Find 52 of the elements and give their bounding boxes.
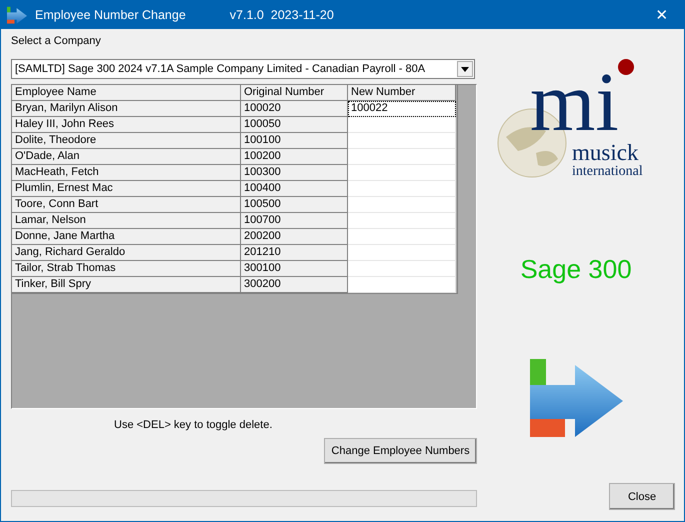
dot-icon [618, 59, 634, 75]
new-number-field[interactable] [348, 277, 456, 293]
table-cell: Tailor, Strab Thomas [12, 261, 241, 277]
arrow-icon [7, 6, 27, 24]
table-cell: 300200 [241, 277, 348, 293]
product-name: Sage 300 [520, 254, 632, 285]
column-header: Employee Name [12, 85, 241, 101]
close-dialog-button[interactable]: Close [609, 483, 675, 510]
column-header: New Number [348, 85, 456, 101]
table-cell: Donne, Jane Martha [12, 229, 241, 245]
table-cell: MacHeath, Fetch [12, 165, 241, 181]
new-number-field[interactable]: 100022 [348, 101, 456, 117]
company-dropdown[interactable]: [SAMLTD] Sage 300 2024 v7.1A Sample Company Limited - Canadian Payroll - 80A [11, 59, 475, 79]
table-cell: Haley III, John Rees [12, 117, 241, 133]
table-cell: Bryan, Marilyn Alison [12, 101, 241, 117]
logo-tagline: international [572, 165, 643, 179]
table-cell: 100500 [241, 197, 348, 213]
new-number-field[interactable] [348, 245, 456, 261]
table-cell: 100100 [241, 133, 348, 149]
table-cell: Lamar, Nelson [12, 213, 241, 229]
table-cell: 300100 [241, 261, 348, 277]
table-cell: 100700 [241, 213, 348, 229]
new-number-field[interactable] [348, 133, 456, 149]
table-cell: 100020 [241, 101, 348, 117]
new-number-field[interactable] [348, 213, 456, 229]
table-cell: Dolite, Theodore [12, 133, 241, 149]
hint-text: Use <DEL> key to toggle delete. [114, 419, 272, 431]
new-number-field[interactable] [348, 229, 456, 245]
new-number-field[interactable] [348, 181, 456, 197]
table-cell: 201210 [241, 245, 348, 261]
change-numbers-button[interactable]: Change Employee Numbers [324, 438, 477, 464]
table-cell: 100300 [241, 165, 348, 181]
table-cell: 100400 [241, 181, 348, 197]
new-number-field[interactable] [348, 197, 456, 213]
table-cell: 100050 [241, 117, 348, 133]
table-cell: Jang, Richard Geraldo [12, 245, 241, 261]
close-button[interactable]: ✕ [640, 1, 684, 29]
version-text: v7.1.0 2023-11-20 [230, 8, 334, 22]
column-header: Original Number [241, 85, 348, 101]
table-cell: 200200 [241, 229, 348, 245]
new-number-field[interactable] [348, 261, 456, 277]
table-cell: O'Dade, Alan [12, 149, 241, 165]
table-cell: Tinker, Bill Spry [12, 277, 241, 293]
table-cell: Toore, Conn Bart [12, 197, 241, 213]
new-number-field[interactable] [348, 117, 456, 133]
new-number-field[interactable] [348, 149, 456, 165]
table-cell: Plumlin, Ernest Mac [12, 181, 241, 197]
company-label: Select a Company [11, 35, 102, 49]
window-title: Employee Number Change [35, 8, 186, 22]
table-cell: 100200 [241, 149, 348, 165]
new-number-field[interactable] [348, 165, 456, 181]
arrow-icon [530, 357, 622, 437]
